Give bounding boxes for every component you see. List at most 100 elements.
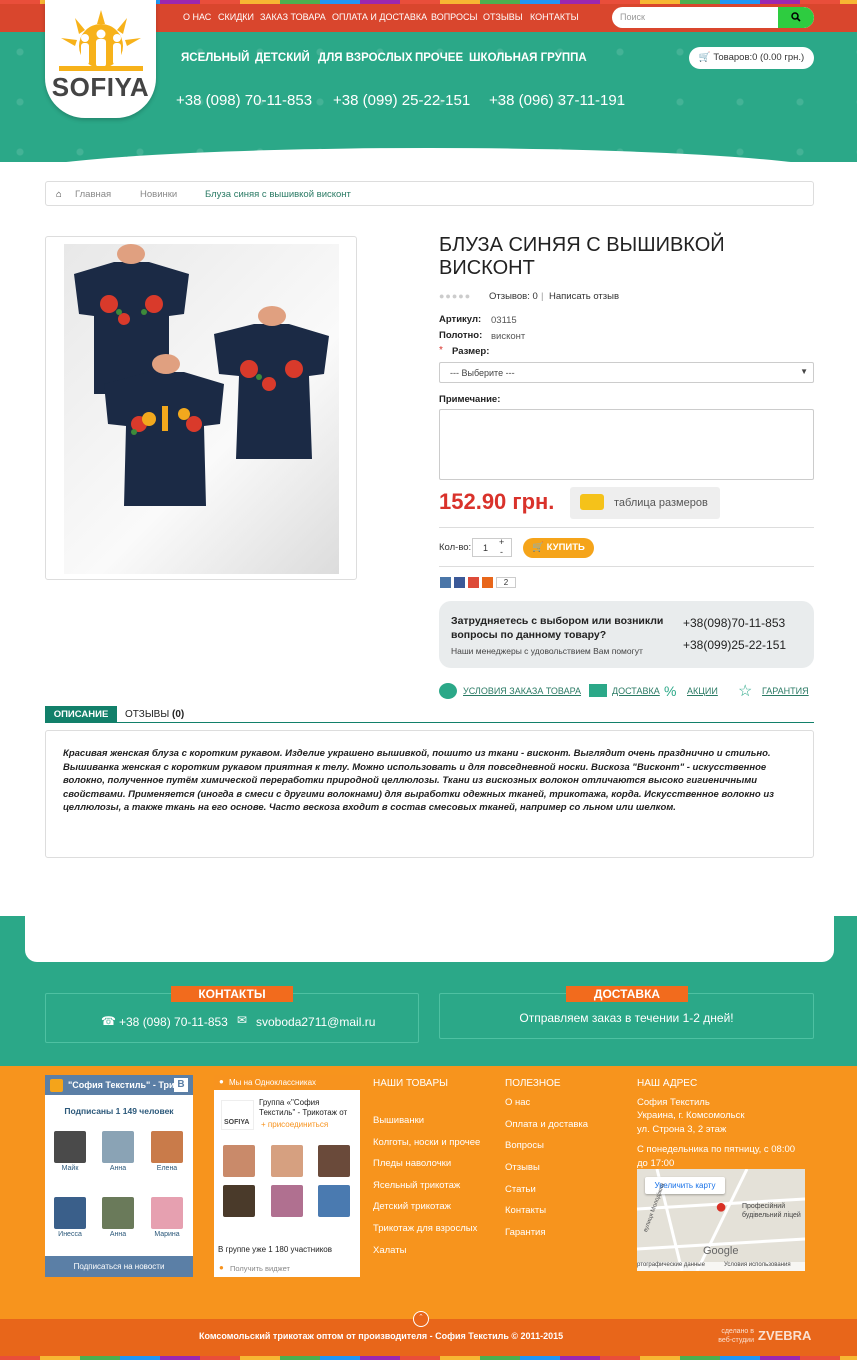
cat-nursery[interactable]: ЯСЕЛЬНЫЙ bbox=[181, 52, 249, 64]
footer-goods-link[interactable]: Вышиванки bbox=[373, 1115, 424, 1126]
nav-discounts[interactable]: СКИДКИ bbox=[218, 12, 254, 22]
breadcrumb-new[interactable]: Новинки bbox=[140, 189, 177, 200]
vk-logo-icon: B bbox=[174, 1078, 188, 1092]
nav-questions[interactable]: ВОПРОСЫ bbox=[431, 12, 477, 22]
buy-button[interactable]: 🛒 КУПИТЬ bbox=[523, 538, 594, 558]
location-map[interactable]: Увеличить карту ● Професійний будівельни… bbox=[637, 1169, 805, 1271]
note-textarea[interactable] bbox=[439, 409, 814, 480]
note-label: Примечание: bbox=[439, 394, 501, 405]
footer-useful-link[interactable]: Гарантия bbox=[505, 1227, 546, 1238]
footer-useful-link[interactable]: Оплата и доставка bbox=[505, 1119, 588, 1130]
cat-kids[interactable]: ДЕТСКИЙ bbox=[255, 52, 310, 64]
tab-underline bbox=[45, 722, 814, 723]
map-data-notice: ртографические данные bbox=[637, 1262, 705, 1268]
nav-order[interactable]: ЗАКАЗ ТОВАРА bbox=[260, 12, 326, 22]
contacts-phone: +38 (098) 70-11-853 bbox=[119, 1015, 228, 1029]
map-pin-icon: ● bbox=[715, 1196, 728, 1218]
footer-goods-link[interactable]: Ясельный трикотаж bbox=[373, 1180, 460, 1191]
percent-icon: % bbox=[664, 683, 677, 699]
cat-adults[interactable]: ДЛЯ ВЗРОСЛЫХ bbox=[318, 52, 413, 64]
tab-reviews[interactable]: ОТЗЫВЫ (0) bbox=[125, 709, 184, 720]
vk-group-title[interactable]: "София Текстиль" - Три... bbox=[68, 1080, 182, 1090]
map-terms-link[interactable]: Условия использования bbox=[724, 1262, 791, 1268]
qty-minus-button[interactable]: - bbox=[500, 547, 503, 557]
nav-about[interactable]: О НАС bbox=[183, 12, 211, 22]
footer-goods-link[interactable]: Трикотаж для взрослых bbox=[373, 1223, 477, 1234]
footer-goods-link[interactable]: Детский трикотаж bbox=[373, 1201, 451, 1212]
contacts-email[interactable]: svoboda2711@mail.ru bbox=[256, 1015, 375, 1029]
product-image-frame[interactable] bbox=[45, 236, 357, 580]
ok-member-avatar[interactable] bbox=[223, 1145, 255, 1177]
order-terms-link[interactable]: УСЛОВИЯ ЗАКАЗА ТОВАРА bbox=[463, 686, 581, 696]
footer-useful-link[interactable]: Вопросы bbox=[505, 1140, 544, 1151]
made-by-label: сделано в веб-студии bbox=[718, 1328, 754, 1344]
scroll-top-button[interactable]: ˆ bbox=[413, 1311, 429, 1327]
ok-get-widget[interactable]: Получить виджет bbox=[230, 1264, 290, 1273]
sku-value: 03115 bbox=[491, 315, 517, 326]
tab-description[interactable]: ОПИСАНИЕ bbox=[45, 706, 117, 723]
reviews-count[interactable]: Отзывов: 0 bbox=[489, 291, 538, 302]
map-place-label: Професійний будівельний ліцей bbox=[742, 1203, 801, 1219]
cat-other[interactable]: ПРОЧЕЕ bbox=[415, 52, 463, 64]
blouse-photo-icon bbox=[74, 244, 329, 506]
footer-useful-link[interactable]: О нас bbox=[505, 1097, 530, 1108]
ok-group-name[interactable]: Группа «"София Текстиль" - Трикотаж от bbox=[259, 1098, 357, 1118]
footer-useful-link[interactable]: Статьи bbox=[505, 1184, 536, 1195]
nav-reviews[interactable]: ОТЗЫВЫ bbox=[483, 12, 523, 22]
buy-label: КУПИТЬ bbox=[546, 542, 585, 553]
ok-member-avatar[interactable] bbox=[271, 1145, 303, 1177]
product-image[interactable] bbox=[64, 244, 339, 574]
gplus-share-icon[interactable] bbox=[468, 577, 479, 588]
product-price: 152.90 грн. bbox=[439, 489, 555, 514]
guarantee-link[interactable]: ГАРАНТИЯ bbox=[762, 686, 809, 696]
ok-member-avatar[interactable] bbox=[318, 1185, 350, 1217]
vk-member-avatar[interactable] bbox=[54, 1131, 86, 1163]
footer-goods-link[interactable]: Пледы наволочки bbox=[373, 1158, 451, 1169]
footer-useful-link[interactable]: Отзывы bbox=[505, 1162, 540, 1173]
ok-member-avatar[interactable] bbox=[223, 1185, 255, 1217]
add-share-icon[interactable] bbox=[482, 577, 493, 588]
vk-member-avatar[interactable] bbox=[151, 1131, 183, 1163]
footer-useful-link[interactable]: Контакты bbox=[505, 1205, 546, 1216]
size-table-button[interactable]: таблица размеров bbox=[570, 487, 720, 519]
footer-address-title: НАШ АДРЕС bbox=[637, 1078, 698, 1089]
map-google-logo: Google bbox=[703, 1245, 739, 1257]
ok-widget: ● Мы на Одноклассниках SOFIYA Группа «"С… bbox=[214, 1075, 360, 1277]
promo-link[interactable]: АКЦИИ bbox=[687, 686, 718, 696]
vk-member-name: Анна bbox=[109, 1231, 127, 1238]
search-button[interactable] bbox=[778, 7, 814, 28]
nav-payment[interactable]: ОПЛАТА И ДОСТАВКА bbox=[332, 12, 427, 22]
breadcrumb: ⌂ Главная Новинки Блуза синяя с вышивкой… bbox=[45, 181, 814, 206]
mail-icon: ✉ bbox=[237, 1013, 248, 1027]
studio-logo[interactable]: ZVEBRA bbox=[758, 1328, 811, 1343]
nav-contacts[interactable]: КОНТАКТЫ bbox=[530, 12, 579, 22]
address-hours: С понедельника по пятницу, с 08:00 до 17… bbox=[637, 1144, 796, 1169]
ok-member-avatar[interactable] bbox=[318, 1145, 350, 1177]
home-icon[interactable]: ⌂ bbox=[56, 189, 62, 200]
ok-member-avatar[interactable] bbox=[271, 1185, 303, 1217]
size-table-label: таблица размеров bbox=[614, 497, 708, 509]
site-logo[interactable]: SOFIYA bbox=[45, 0, 156, 118]
breadcrumb-home[interactable]: Главная bbox=[75, 189, 111, 200]
size-select[interactable]: --- Выберите --- ▼ bbox=[439, 362, 814, 383]
tab-reviews-count: (0) bbox=[171, 709, 185, 720]
vk-share-icon[interactable] bbox=[440, 577, 451, 588]
footer-goods-title: НАШИ ТОВАРЫ bbox=[373, 1078, 448, 1089]
vk-member-avatar[interactable] bbox=[102, 1197, 134, 1229]
vk-subscribe-button[interactable]: Подписаться на новости bbox=[45, 1256, 193, 1277]
vk-member-name: Инесса bbox=[58, 1231, 82, 1238]
write-review-link[interactable]: Написать отзыв bbox=[549, 291, 619, 302]
vk-member-avatar[interactable] bbox=[102, 1131, 134, 1163]
search-input[interactable]: Поиск bbox=[620, 12, 645, 22]
footer-goods-link[interactable]: Колготы, носки и прочее bbox=[373, 1137, 480, 1148]
footer-goods-link[interactable]: Халаты bbox=[373, 1245, 406, 1256]
qty-input[interactable]: 1 bbox=[472, 538, 512, 557]
qty-plus-button[interactable]: + bbox=[499, 537, 504, 547]
vk-member-avatar[interactable] bbox=[151, 1197, 183, 1229]
facebook-share-icon[interactable] bbox=[454, 577, 465, 588]
cart-button[interactable]: 🛒 Товаров:0 (0.00 грн.) bbox=[689, 47, 814, 69]
ok-join-link[interactable]: + присоединиться bbox=[261, 1120, 328, 1129]
delivery-link[interactable]: ДОСТАВКА bbox=[612, 686, 660, 696]
vk-member-avatar[interactable] bbox=[54, 1197, 86, 1229]
cat-school[interactable]: ШКОЛЬНАЯ ГРУППА bbox=[469, 52, 587, 64]
